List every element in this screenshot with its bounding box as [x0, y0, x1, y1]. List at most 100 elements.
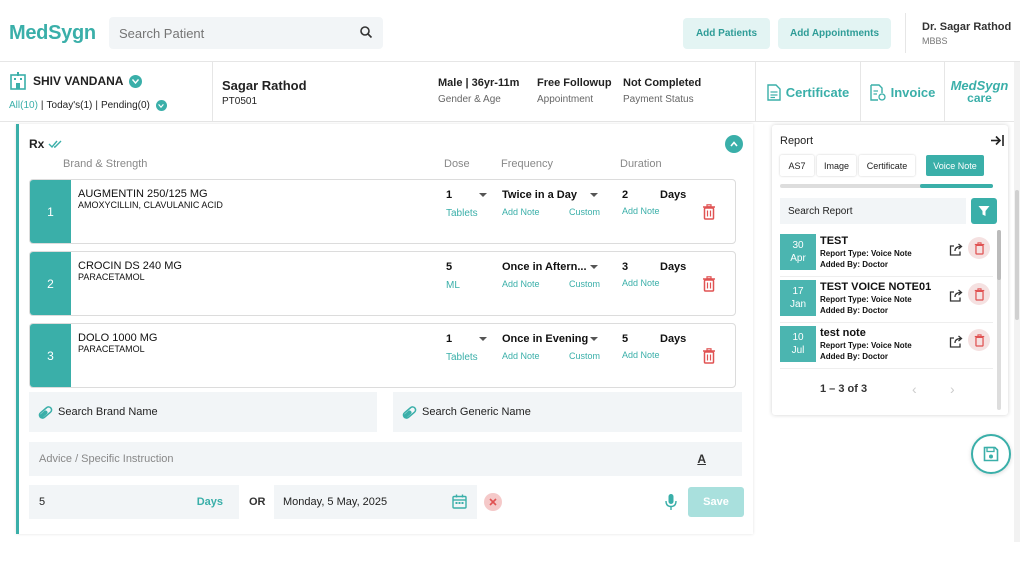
frequency-add-note[interactable]: Add Note	[502, 207, 540, 217]
tab-image[interactable]: Image	[817, 155, 856, 176]
search-brand-input[interactable]: Search Brand Name	[29, 392, 377, 432]
delete-report-button[interactable]	[968, 329, 990, 351]
chevron-right-icon[interactable]: ›	[950, 381, 955, 397]
invoice-icon	[869, 83, 886, 101]
medicine-generic: AMOXYCILLIN, CLAVULANIC ACID	[78, 200, 223, 210]
report-day: 10	[792, 332, 804, 343]
trash-icon[interactable]	[702, 276, 716, 292]
filter-button[interactable]	[971, 198, 997, 224]
invoice-label: Invoice	[890, 84, 936, 100]
dose-value[interactable]: 5	[446, 261, 452, 273]
trash-icon	[974, 333, 984, 347]
tab-certificate[interactable]: Certificate	[859, 155, 915, 176]
add-patients-button[interactable]: Add Patients	[683, 18, 770, 49]
report-scroll-thumb[interactable]	[997, 230, 1001, 280]
certificate-button[interactable]: Certificate	[755, 62, 860, 122]
rx-title: Rx	[29, 137, 64, 151]
duration-unit[interactable]: Days	[660, 333, 686, 345]
app-logo[interactable]: MedSygn	[9, 22, 96, 45]
frequency-add-note[interactable]: Add Note	[502, 279, 540, 289]
page-scroll-thumb[interactable]	[1015, 190, 1019, 320]
frequency-value[interactable]: Once in Aftern...	[502, 261, 587, 273]
duration-value[interactable]: 3	[622, 261, 628, 273]
duration-add-note[interactable]: Add Note	[622, 278, 660, 288]
trash-icon[interactable]	[702, 348, 716, 364]
duration-add-note[interactable]: Add Note	[622, 206, 660, 216]
chevron-down-icon[interactable]	[155, 100, 167, 111]
frequency-value[interactable]: Once in Evening	[502, 333, 588, 345]
calendar-icon[interactable]	[452, 494, 467, 509]
text-format-icon[interactable]: A	[697, 452, 706, 466]
frequency-custom[interactable]: Custom	[569, 351, 600, 361]
report-search-input[interactable]: Search Report	[780, 198, 966, 224]
report-date: 17 Jan	[780, 280, 816, 316]
microphone-icon[interactable]	[665, 493, 677, 511]
chevron-down-icon[interactable]	[129, 74, 143, 88]
report-title: Report	[780, 135, 814, 147]
frequency-dropdown-icon[interactable]	[590, 337, 598, 341]
frequency-dropdown-icon[interactable]	[590, 193, 598, 197]
dose-value[interactable]: 1	[446, 333, 452, 345]
followup-days-value: 5	[39, 496, 46, 508]
followup-date-input[interactable]: Monday, 5 May, 2025	[274, 485, 477, 519]
dose-dropdown-icon[interactable]	[479, 193, 487, 197]
patient-search[interactable]	[109, 17, 383, 49]
report-item[interactable]: 10 Jul test note Report Type: Voice Note …	[780, 326, 993, 366]
floppy-disk-icon	[983, 446, 999, 462]
dose-value[interactable]: 1	[446, 189, 452, 201]
frequency-dropdown-icon[interactable]	[590, 265, 598, 269]
search-icon[interactable]	[359, 25, 373, 42]
double-check-icon	[48, 140, 62, 149]
chevron-left-icon[interactable]: ‹	[912, 381, 917, 397]
frequency-custom[interactable]: Custom	[569, 207, 600, 217]
medicine-number: 3	[30, 324, 71, 387]
dose-dropdown-icon[interactable]	[479, 337, 487, 341]
patient-search-input[interactable]	[109, 17, 339, 49]
tab-as7[interactable]: AS7	[780, 155, 814, 176]
duration-unit[interactable]: Days	[660, 261, 686, 273]
share-icon[interactable]	[949, 243, 963, 256]
trash-icon[interactable]	[702, 204, 716, 220]
medicine-card[interactable]: 1 AUGMENTIN 250/125 MG AMOXYCILLIN, CLAV…	[29, 179, 736, 244]
frequency-value[interactable]: Twice in a Day	[502, 189, 577, 201]
duration-value[interactable]: 2	[622, 189, 628, 201]
delete-report-button[interactable]	[968, 283, 990, 305]
floating-save-button[interactable]	[971, 434, 1011, 474]
collapse-panel-icon[interactable]	[990, 134, 1004, 147]
medicine-card[interactable]: 3 DOLO 1000 MG PARACETAMOL 1 Tablets Onc…	[29, 323, 736, 388]
share-icon[interactable]	[949, 289, 963, 302]
invoice-button[interactable]: Invoice	[860, 62, 944, 122]
add-appointments-button[interactable]: Add Appointments	[778, 18, 891, 49]
clear-date-button[interactable]	[484, 493, 502, 511]
followup-days-unit[interactable]: Days	[197, 496, 223, 508]
duration-unit[interactable]: Days	[660, 189, 686, 201]
search-generic-input[interactable]: Search Generic Name	[393, 392, 742, 432]
appointment-stats[interactable]: All(10) | Today's(1) | Pending(0)	[9, 100, 167, 111]
frequency-add-note[interactable]: Add Note	[502, 351, 540, 361]
stat-pending[interactable]: Pending(0)	[101, 100, 150, 111]
delete-report-button[interactable]	[968, 237, 990, 259]
doctor-profile[interactable]: Dr. Sagar Rathod MBBS	[905, 13, 1015, 53]
tab-scroll-thumb[interactable]	[920, 184, 993, 188]
medsygn-care-logo[interactable]: MedSygn care	[944, 62, 1014, 122]
dose-unit[interactable]: ML	[446, 280, 460, 291]
frequency-custom[interactable]: Custom	[569, 279, 600, 289]
stat-all[interactable]: All(10)	[9, 100, 38, 111]
report-item[interactable]: 17 Jan TEST VOICE NOTE01 Report Type: Voi…	[780, 280, 993, 320]
dose-unit[interactable]: Tablets	[446, 352, 478, 363]
advice-input[interactable]: Advice / Specific Instruction A	[29, 442, 742, 476]
share-icon[interactable]	[949, 335, 963, 348]
stat-todays[interactable]: Today's(1)	[47, 100, 93, 111]
clinic-name-row[interactable]: SHIV VANDANA	[9, 72, 143, 90]
dose-unit[interactable]: Tablets	[446, 208, 478, 219]
medicine-number: 1	[30, 180, 71, 243]
followup-days-input[interactable]: 5 Days	[29, 485, 239, 519]
save-button[interactable]: Save	[688, 487, 744, 517]
tab-voice-note[interactable]: Voice Note	[926, 155, 984, 176]
medicine-card[interactable]: 2 CROCIN DS 240 MG PARACETAMOL 5 ML Once…	[29, 251, 736, 316]
filter-icon	[978, 206, 990, 216]
collapse-button[interactable]	[725, 135, 743, 153]
report-item[interactable]: 30 Apr TEST Report Type: Voice Note Added…	[780, 234, 993, 274]
duration-add-note[interactable]: Add Note	[622, 350, 660, 360]
duration-value[interactable]: 5	[622, 333, 628, 345]
